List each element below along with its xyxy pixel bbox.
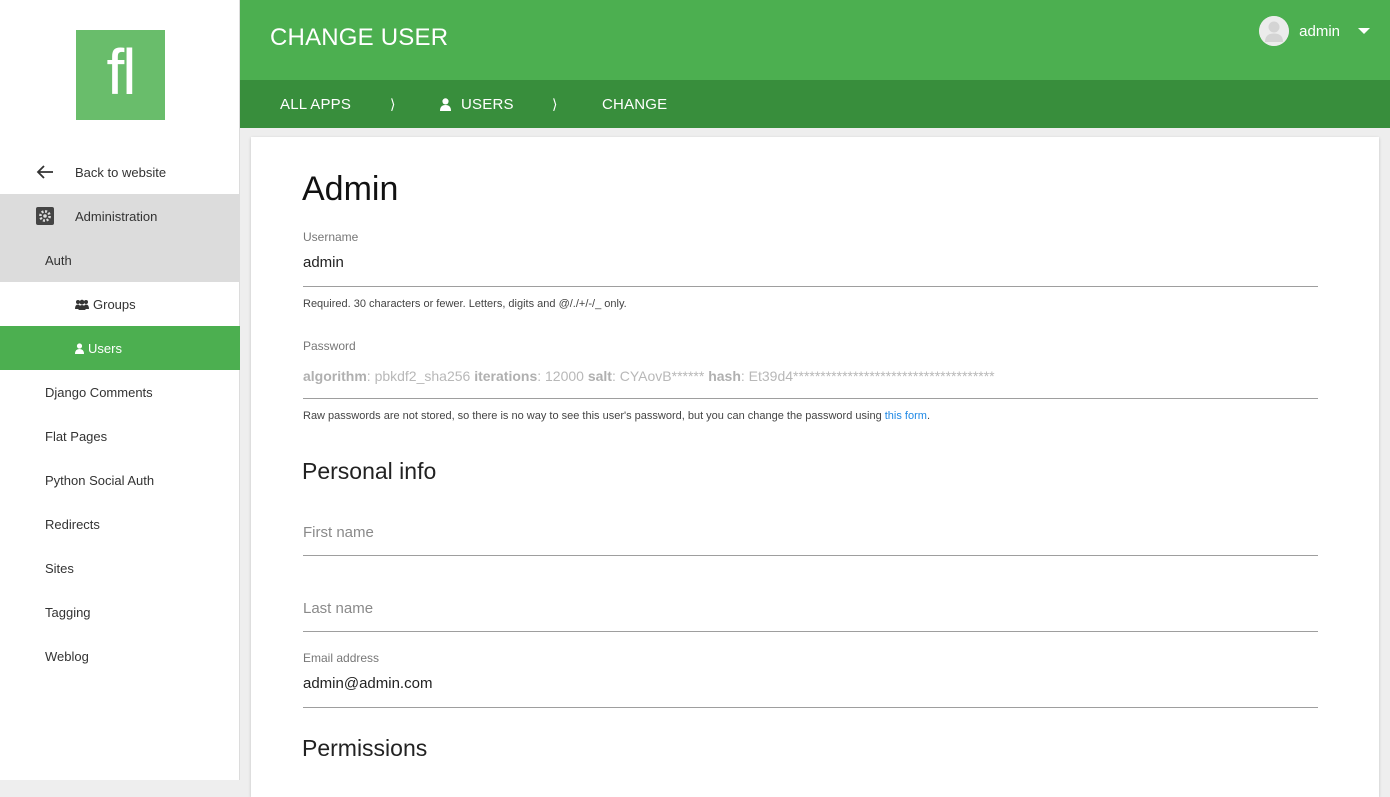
email-label: Email address — [303, 651, 380, 665]
hash-key: hash — [708, 368, 741, 384]
sidebar-item-app[interactable]: Tagging — [0, 590, 240, 634]
sidebar-item-groups[interactable]: Groups — [0, 282, 240, 326]
password-label: Password — [303, 339, 356, 353]
sidebar-item-app[interactable]: Redirects — [0, 502, 240, 546]
password-help-text: Raw passwords are not stored, so there i… — [303, 410, 930, 422]
app-label: Django Comments — [45, 384, 153, 400]
users-group-icon — [75, 299, 89, 310]
top-bar: CHANGE USER admin — [240, 0, 1390, 80]
app-label: Tagging — [45, 604, 91, 620]
iterations-key: iterations — [474, 368, 538, 384]
groups-label-wrap: Groups — [75, 297, 136, 312]
page-title: CHANGE USER — [270, 24, 449, 51]
password-underline — [303, 398, 1318, 399]
breadcrumb-separator: ⟩ — [552, 95, 558, 112]
app-label: Python Social Auth — [45, 472, 155, 488]
breadcrumb-change: CHANGE — [602, 95, 668, 113]
breadcrumb-all-apps[interactable]: ALL APPS — [280, 80, 351, 128]
hash-value: Et39d4**********************************… — [748, 368, 995, 384]
breadcrumb-users-label: USERS — [461, 95, 514, 113]
username-underline — [303, 286, 1318, 287]
username-label: Username — [303, 230, 359, 244]
password-help-suffix: . — [926, 410, 930, 422]
user-name: admin — [1299, 22, 1340, 40]
sidebar-item-app[interactable]: Flat Pages — [0, 414, 240, 458]
users-label: Users — [88, 340, 122, 356]
groups-label: Groups — [93, 296, 136, 312]
salt-key: salt — [587, 368, 612, 384]
sidebar-item-auth[interactable]: Auth — [0, 238, 240, 282]
back-to-website-label: Back to website — [75, 164, 167, 180]
users-label-wrap: Users — [75, 341, 122, 356]
salt-value: CYAovB****** — [619, 368, 705, 384]
algorithm-key: algorithm — [303, 368, 367, 384]
permissions-heading: Permissions — [302, 735, 428, 761]
logo-text: fl — [106, 36, 137, 108]
app-label: Weblog — [45, 648, 89, 664]
email-field[interactable]: admin@admin.com — [303, 675, 432, 692]
password-help-prefix: Raw passwords are not stored, so there i… — [303, 410, 885, 422]
back-to-website-link[interactable]: Back to website — [0, 150, 240, 194]
user-menu[interactable]: admin — [1259, 15, 1370, 47]
user-icon — [440, 97, 451, 111]
password-hash-summary: algorithm: pbkdf2_sha256 iterations: 120… — [303, 368, 995, 384]
sidebar-item-app[interactable]: Sites — [0, 546, 240, 590]
sidebar-item-users[interactable]: Users — [0, 326, 240, 370]
app-label: Flat Pages — [45, 428, 108, 444]
gear-icon — [35, 207, 55, 225]
sidebar: fl Back to website Administration Auth G… — [0, 0, 240, 780]
first-name-field[interactable]: First name — [303, 524, 374, 541]
username-help-text: Required. 30 characters or fewer. Letter… — [303, 298, 627, 310]
sidebar-item-administration[interactable]: Administration — [0, 194, 240, 238]
breadcrumb: ALL APPS ⟩ USERS ⟩ CHANGE — [240, 80, 1390, 128]
breadcrumb-separator: ⟩ — [390, 95, 396, 112]
last-name-field[interactable]: Last name — [303, 600, 373, 617]
arrow-left-icon — [35, 163, 55, 181]
sidebar-item-app[interactable]: Weblog — [0, 634, 240, 678]
app-label: Redirects — [45, 516, 100, 532]
chevron-down-icon — [1358, 28, 1370, 34]
change-password-link[interactable]: this form — [885, 410, 927, 422]
email-underline — [303, 707, 1318, 708]
personal-info-heading: Personal info — [302, 458, 437, 484]
last-name-underline — [303, 631, 1318, 632]
object-title: Admin — [302, 170, 399, 208]
first-name-underline — [303, 555, 1318, 556]
username-field[interactable]: admin — [303, 254, 344, 271]
auth-label: Auth — [45, 252, 72, 268]
iterations-value: 12000 — [545, 368, 584, 384]
user-icon — [75, 342, 84, 354]
algorithm-value: pbkdf2_sha256 — [374, 368, 471, 384]
app-logo[interactable]: fl — [76, 30, 165, 120]
change-form-card: Admin Username admin Required. 30 charac… — [251, 137, 1379, 797]
avatar — [1259, 16, 1290, 46]
breadcrumb-users[interactable]: USERS — [440, 80, 514, 128]
sidebar-item-app[interactable]: Django Comments — [0, 370, 240, 414]
app-label: Sites — [45, 560, 74, 576]
sidebar-item-app[interactable]: Python Social Auth — [0, 458, 240, 502]
administration-label: Administration — [75, 208, 158, 224]
